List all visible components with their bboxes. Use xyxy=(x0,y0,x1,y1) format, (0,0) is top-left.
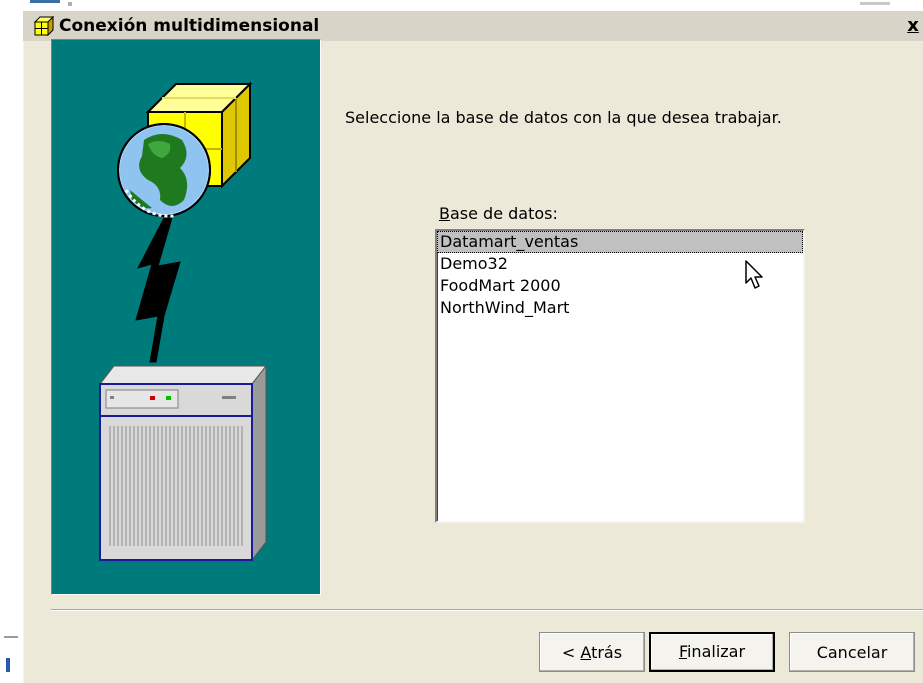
mouse-pointer-icon xyxy=(745,260,765,292)
cancel-button[interactable]: Cancelar xyxy=(789,632,915,672)
title-bar[interactable]: Conexión multidimensional x xyxy=(23,11,923,41)
multidimensional-connection-dialog: Conexión multidimensional x Seleccione l… xyxy=(22,10,923,683)
screen: Conexión multidimensional x Seleccione l… xyxy=(0,0,923,683)
dialog-title: Conexión multidimensional xyxy=(59,16,320,36)
label-text: ase de datos: xyxy=(449,204,558,223)
background-fragment xyxy=(6,658,10,672)
instruction-text: Seleccione la base de datos con la que d… xyxy=(345,108,782,127)
close-button[interactable]: x xyxy=(902,16,923,38)
finish-label: inalizar xyxy=(686,642,746,661)
back-button[interactable]: < Atrás xyxy=(539,632,645,672)
finish-button[interactable]: Finalizar xyxy=(649,632,775,672)
background-fragment xyxy=(860,2,890,5)
background-fragment xyxy=(4,636,18,638)
database-list-label: Base de datos: xyxy=(439,204,558,223)
accelerator-key: B xyxy=(439,204,450,223)
accelerator-key: A xyxy=(580,643,592,662)
server-icon xyxy=(98,364,268,562)
back-label: trás xyxy=(591,643,623,662)
accelerator-key: F xyxy=(678,642,687,661)
lightning-icon xyxy=(135,217,181,363)
separator xyxy=(51,609,923,611)
wizard-illustration xyxy=(51,39,321,595)
globe-icon xyxy=(117,123,211,218)
cube-icon xyxy=(33,15,55,37)
background-fragment xyxy=(30,0,60,3)
database-item-northwind-mart[interactable]: NorthWind_Mart xyxy=(437,297,803,319)
background-fragment xyxy=(68,2,72,6)
background-app-left xyxy=(0,628,22,683)
database-item-datamart-ventas[interactable]: Datamart_ventas xyxy=(437,231,803,253)
back-prefix: < xyxy=(561,643,581,662)
